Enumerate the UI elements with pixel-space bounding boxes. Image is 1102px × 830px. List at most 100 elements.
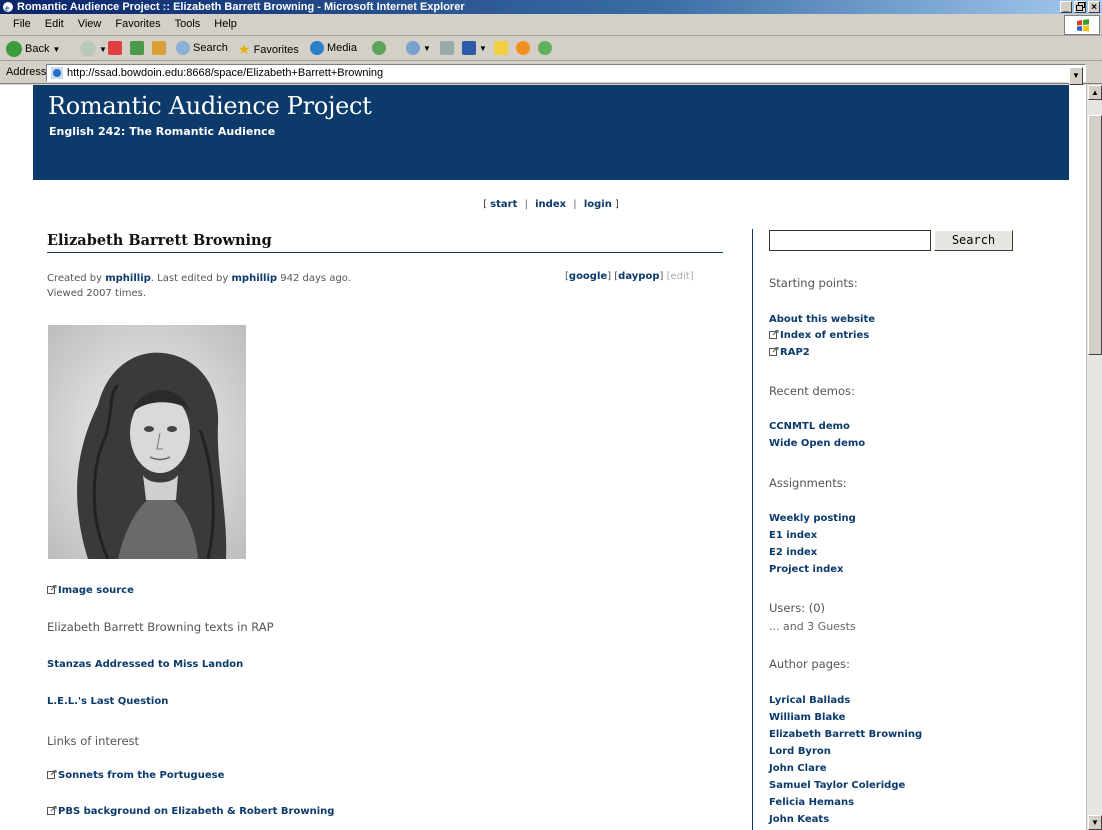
google-link[interactable]: google xyxy=(569,271,607,282)
sonnets-link[interactable]: Sonnets from the Portuguese xyxy=(47,770,224,781)
e1-index-link[interactable]: E1 index xyxy=(769,530,817,541)
creator-link[interactable]: mphillip xyxy=(105,273,151,284)
menu-file[interactable]: File xyxy=(6,18,38,30)
chevron-down-icon: ▼ xyxy=(423,43,431,53)
text-link-lel[interactable]: L.E.L.'s Last Question xyxy=(47,696,168,707)
external-link-icon xyxy=(769,347,779,356)
maximize-button[interactable] xyxy=(1074,1,1086,13)
chevron-down-icon: ▼ xyxy=(479,43,487,53)
search-icon xyxy=(176,41,190,55)
ie-icon: e xyxy=(3,2,13,13)
nav-start-link[interactable]: start xyxy=(490,199,517,210)
project-index-link[interactable]: Project index xyxy=(769,564,843,575)
messenger-icon xyxy=(516,41,530,55)
menu-tools[interactable]: Tools xyxy=(168,18,208,30)
starting-points-heading: Starting points: xyxy=(769,276,858,290)
close-button[interactable]: × xyxy=(1088,1,1100,13)
mail-button[interactable]: ▼ xyxy=(406,41,431,55)
users-heading: Users: (0) xyxy=(769,601,826,615)
author-link-coleridge[interactable]: Samuel Taylor Coleridge xyxy=(769,780,905,791)
address-bar: Address http://ssad.bowdoin.edu:8668/spa… xyxy=(0,62,1102,85)
external-search-links: [google] [daypop] [edit] xyxy=(565,271,694,282)
scroll-up-button[interactable]: ▲ xyxy=(1088,85,1102,100)
stop-icon xyxy=(108,41,122,55)
chevron-down-icon: ▼ xyxy=(1091,818,1099,827)
discuss-icon xyxy=(494,41,508,55)
scroll-thumb[interactable] xyxy=(1088,115,1102,355)
external-link-icon xyxy=(47,770,57,779)
discuss-button[interactable] xyxy=(494,41,508,55)
vertical-scrollbar[interactable]: ▲ ▼ xyxy=(1086,85,1102,830)
author-link-blake[interactable]: William Blake xyxy=(769,712,845,723)
address-label: Address xyxy=(6,66,47,78)
mail-icon xyxy=(406,41,420,55)
media-button[interactable]: Media xyxy=(310,41,357,55)
author-link-lyrical-ballads[interactable]: Lyrical Ballads xyxy=(769,695,850,706)
address-input[interactable]: http://ssad.bowdoin.edu:8668/space/Eliza… xyxy=(46,64,1086,85)
search-toolbar-button[interactable]: Search xyxy=(176,41,228,55)
text-link-stanzas[interactable]: Stanzas Addressed to Miss Landon xyxy=(47,659,243,670)
minimize-button[interactable]: _ xyxy=(1060,1,1072,13)
history-button[interactable] xyxy=(372,41,386,55)
author-link-byron[interactable]: Lord Byron xyxy=(769,746,831,757)
ccnmtl-demo-link[interactable]: CCNMTL demo xyxy=(769,421,850,432)
nav-login-link[interactable]: login xyxy=(584,199,612,210)
chevron-down-icon: ▼ xyxy=(1072,71,1080,80)
edit-link[interactable]: edit xyxy=(670,271,689,282)
address-url: http://ssad.bowdoin.edu:8668/space/Eliza… xyxy=(67,67,384,79)
menu-favorites[interactable]: Favorites xyxy=(108,18,167,30)
pbs-link[interactable]: PBS background on Elizabeth & Robert Bro… xyxy=(47,806,334,817)
chevron-down-icon: ▼ xyxy=(99,44,107,54)
history-icon xyxy=(372,41,386,55)
search-button[interactable]: Search xyxy=(934,230,1013,251)
portrait-image xyxy=(48,325,246,559)
e2-index-link[interactable]: E2 index xyxy=(769,547,817,558)
favorites-button[interactable]: ★ Favorites xyxy=(238,41,299,58)
home-button[interactable] xyxy=(152,41,166,55)
buddy-button[interactable] xyxy=(538,41,552,55)
page-title: Elizabeth Barrett Browning xyxy=(47,232,723,253)
word-icon xyxy=(462,41,476,55)
index-of-entries-link[interactable]: Index of entries xyxy=(769,330,869,341)
author-link-clare[interactable]: John Clare xyxy=(769,763,827,774)
media-icon xyxy=(310,41,324,55)
chevron-down-icon: ▼ xyxy=(52,44,61,54)
site-title: Romantic Audience Project xyxy=(48,92,372,120)
menu-view[interactable]: View xyxy=(71,18,109,30)
about-link[interactable]: About this website xyxy=(769,314,875,325)
author-link-ebb[interactable]: Elizabeth Barrett Browning xyxy=(769,729,922,740)
author-link-keats[interactable]: John Keats xyxy=(769,814,829,825)
menu-edit[interactable]: Edit xyxy=(38,18,71,30)
external-link-icon xyxy=(769,330,779,339)
editor-link[interactable]: mphillip xyxy=(232,273,278,284)
top-nav: [ start | index | login ] xyxy=(483,199,619,210)
page-icon xyxy=(51,67,63,79)
browser-window: e Romantic Audience Project :: Elizabeth… xyxy=(0,0,1102,830)
stop-button[interactable] xyxy=(108,41,122,55)
print-button[interactable] xyxy=(440,41,454,55)
rap2-link[interactable]: RAP2 xyxy=(769,347,810,358)
forward-arrow-icon xyxy=(80,41,96,57)
weekly-posting-link[interactable]: Weekly posting xyxy=(769,513,856,524)
image-source-link[interactable]: Image source xyxy=(47,585,134,596)
forward-button[interactable]: ▼ xyxy=(80,41,107,57)
recent-demos-heading: Recent demos: xyxy=(769,384,855,398)
windows-logo xyxy=(1064,15,1100,35)
address-dropdown-button[interactable]: ▼ xyxy=(1069,67,1083,85)
daypop-link[interactable]: daypop xyxy=(618,271,659,282)
search-input[interactable] xyxy=(769,230,931,251)
menu-help[interactable]: Help xyxy=(207,18,244,30)
external-link-icon xyxy=(47,585,57,594)
wide-open-demo-link[interactable]: Wide Open demo xyxy=(769,438,865,449)
scroll-down-button[interactable]: ▼ xyxy=(1088,815,1102,830)
back-button[interactable]: Back ▼ xyxy=(6,41,60,57)
star-icon: ★ xyxy=(238,41,251,57)
nav-index-link[interactable]: index xyxy=(535,199,566,210)
refresh-button[interactable] xyxy=(130,41,144,55)
author-link-hemans[interactable]: Felicia Hemans xyxy=(769,797,854,808)
site-subtitle: English 242: The Romantic Audience xyxy=(49,125,276,138)
word-button[interactable]: ▼ xyxy=(462,41,487,55)
messenger-button[interactable] xyxy=(516,41,530,55)
author-pages-heading: Author pages: xyxy=(769,657,850,671)
page-viewport: Romantic Audience Project English 242: T… xyxy=(0,85,1086,830)
